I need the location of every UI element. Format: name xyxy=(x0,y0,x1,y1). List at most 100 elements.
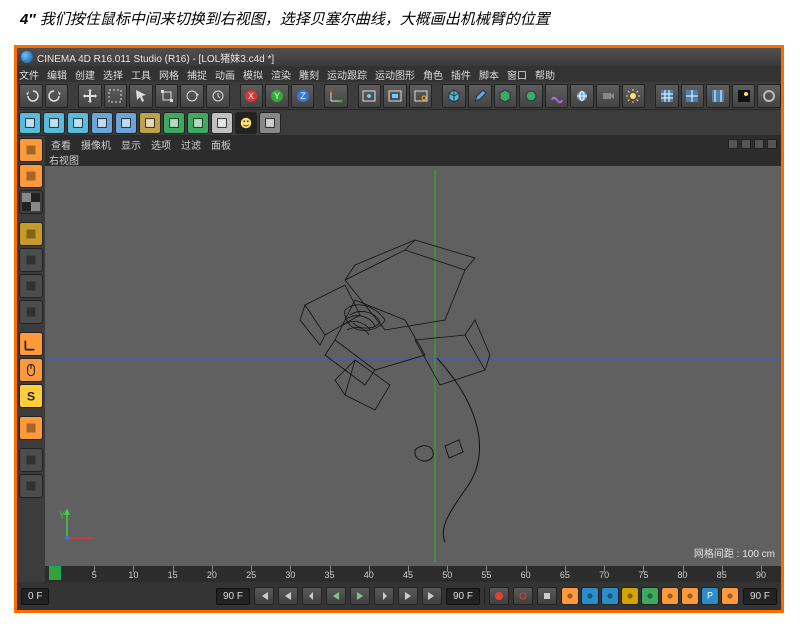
opt-c-button[interactable] xyxy=(601,587,619,605)
wrench-button[interactable] xyxy=(259,112,281,134)
vp-nav-1-icon[interactable] xyxy=(728,139,738,149)
coord-button[interactable] xyxy=(324,84,348,108)
goto-end-button[interactable] xyxy=(422,587,442,605)
mouse-button[interactable] xyxy=(19,358,43,382)
vp-nav-2-icon[interactable] xyxy=(741,139,751,149)
move-tool-button[interactable] xyxy=(19,164,43,188)
floor-button[interactable] xyxy=(115,112,137,134)
recent-button[interactable] xyxy=(206,84,230,108)
y-axis-button[interactable]: Y xyxy=(265,84,289,108)
menu-item[interactable]: 脚本 xyxy=(479,67,499,82)
cube-button[interactable] xyxy=(19,112,41,134)
viewport-menu-item[interactable]: 摄像机 xyxy=(81,137,111,152)
viewport-menu-item[interactable]: 面板 xyxy=(211,137,231,152)
checker-button[interactable] xyxy=(19,190,43,214)
lathe-button[interactable] xyxy=(187,112,209,134)
goto-start-button[interactable] xyxy=(254,587,274,605)
menu-item[interactable]: 文件 xyxy=(19,67,39,82)
primitive-button[interactable] xyxy=(43,112,65,134)
opt-g-button[interactable] xyxy=(681,587,699,605)
menu-item[interactable]: 选择 xyxy=(103,67,123,82)
cogwheel-button[interactable] xyxy=(139,112,161,134)
menu-item[interactable]: 编辑 xyxy=(47,67,67,82)
plane-button[interactable] xyxy=(67,112,89,134)
generator-button[interactable] xyxy=(519,84,543,108)
opt-d-button[interactable] xyxy=(621,587,639,605)
next-key-button[interactable] xyxy=(398,587,418,605)
next-frame-button[interactable] xyxy=(374,587,394,605)
scale-button[interactable] xyxy=(155,84,179,108)
frame-end-field[interactable]: 90 F xyxy=(446,588,480,605)
light-button[interactable] xyxy=(622,84,646,108)
opt-p-button[interactable]: P xyxy=(701,587,719,605)
menu-item[interactable]: 渲染 xyxy=(271,67,291,82)
grid2-button[interactable] xyxy=(681,84,705,108)
live-select-button[interactable] xyxy=(19,138,43,162)
menu-item[interactable]: 帮助 xyxy=(535,67,555,82)
menu-item[interactable]: 捕捉 xyxy=(187,67,207,82)
smiley-button[interactable] xyxy=(235,112,257,134)
circle-button[interactable] xyxy=(757,84,781,108)
env-button[interactable] xyxy=(570,84,594,108)
chain-button[interactable] xyxy=(211,112,233,134)
model-cube-button[interactable] xyxy=(19,248,43,272)
snap-s-button[interactable]: S xyxy=(19,384,43,408)
render-region-button[interactable] xyxy=(383,84,407,108)
menu-item[interactable]: 角色 xyxy=(423,67,443,82)
vp-nav-3-icon[interactable] xyxy=(754,139,764,149)
undo-button[interactable] xyxy=(19,84,43,108)
menu-item[interactable]: 网格 xyxy=(159,67,179,82)
prev-frame-button[interactable] xyxy=(302,587,322,605)
mesh-button[interactable] xyxy=(19,474,43,498)
fx-button[interactable] xyxy=(19,448,43,472)
menu-item[interactable]: 动画 xyxy=(215,67,235,82)
opt-a-button[interactable] xyxy=(561,587,579,605)
opt-e-button[interactable] xyxy=(641,587,659,605)
dark-button[interactable] xyxy=(732,84,756,108)
x-axis-button[interactable]: X xyxy=(240,84,264,108)
play-back-button[interactable] xyxy=(326,587,346,605)
redo-button[interactable] xyxy=(45,84,69,108)
gold-grid-button[interactable] xyxy=(19,222,43,246)
arrow-button[interactable] xyxy=(129,84,153,108)
frame-current-field[interactable]: 90 F xyxy=(216,588,250,605)
camera-button[interactable] xyxy=(596,84,620,108)
texaxis-button[interactable] xyxy=(19,416,43,440)
pen-button[interactable] xyxy=(468,84,492,108)
extrude-button[interactable] xyxy=(163,112,185,134)
select-button[interactable] xyxy=(104,84,128,108)
menu-item[interactable]: 插件 xyxy=(451,67,471,82)
rotate-button[interactable] xyxy=(180,84,204,108)
opt-b-button[interactable] xyxy=(581,587,599,605)
menu-item[interactable]: 模拟 xyxy=(243,67,263,82)
menu-item[interactable]: 创建 xyxy=(75,67,95,82)
menu-item[interactable]: 运动跟踪 xyxy=(327,67,367,82)
texture-button[interactable] xyxy=(19,274,43,298)
menu-item[interactable]: 雕刻 xyxy=(299,67,319,82)
vp-nav-4-icon[interactable] xyxy=(767,139,777,149)
deformer-button[interactable] xyxy=(545,84,569,108)
subdiv-button[interactable] xyxy=(494,84,518,108)
grid3-button[interactable] xyxy=(706,84,730,108)
frame-range-end-field[interactable]: 90 F xyxy=(743,588,777,605)
axis-l-button[interactable] xyxy=(19,332,43,356)
menu-item[interactable]: 运动图形 xyxy=(375,67,415,82)
record-button[interactable] xyxy=(489,587,509,605)
grid1-button[interactable] xyxy=(655,84,679,108)
viewport-menu-item[interactable]: 显示 xyxy=(121,137,141,152)
z-axis-button[interactable]: Z xyxy=(291,84,315,108)
opt-f-button[interactable] xyxy=(661,587,679,605)
menu-item[interactable]: 工具 xyxy=(131,67,151,82)
play-forward-button[interactable] xyxy=(350,587,370,605)
viewport-menu-item[interactable]: 查看 xyxy=(51,137,71,152)
cube-button[interactable] xyxy=(442,84,466,108)
render-settings-button[interactable] xyxy=(409,84,433,108)
timeline-ruler[interactable]: 051015202530354045505560657075808590 xyxy=(45,566,781,582)
render-view-button[interactable] xyxy=(358,84,382,108)
frame-start-field[interactable]: 0 F xyxy=(21,588,49,605)
prev-key-button[interactable] xyxy=(278,587,298,605)
viewport-menu-item[interactable]: 选项 xyxy=(151,137,171,152)
autokey-button[interactable] xyxy=(513,587,533,605)
sky-button[interactable] xyxy=(91,112,113,134)
workplane-button[interactable] xyxy=(19,300,43,324)
